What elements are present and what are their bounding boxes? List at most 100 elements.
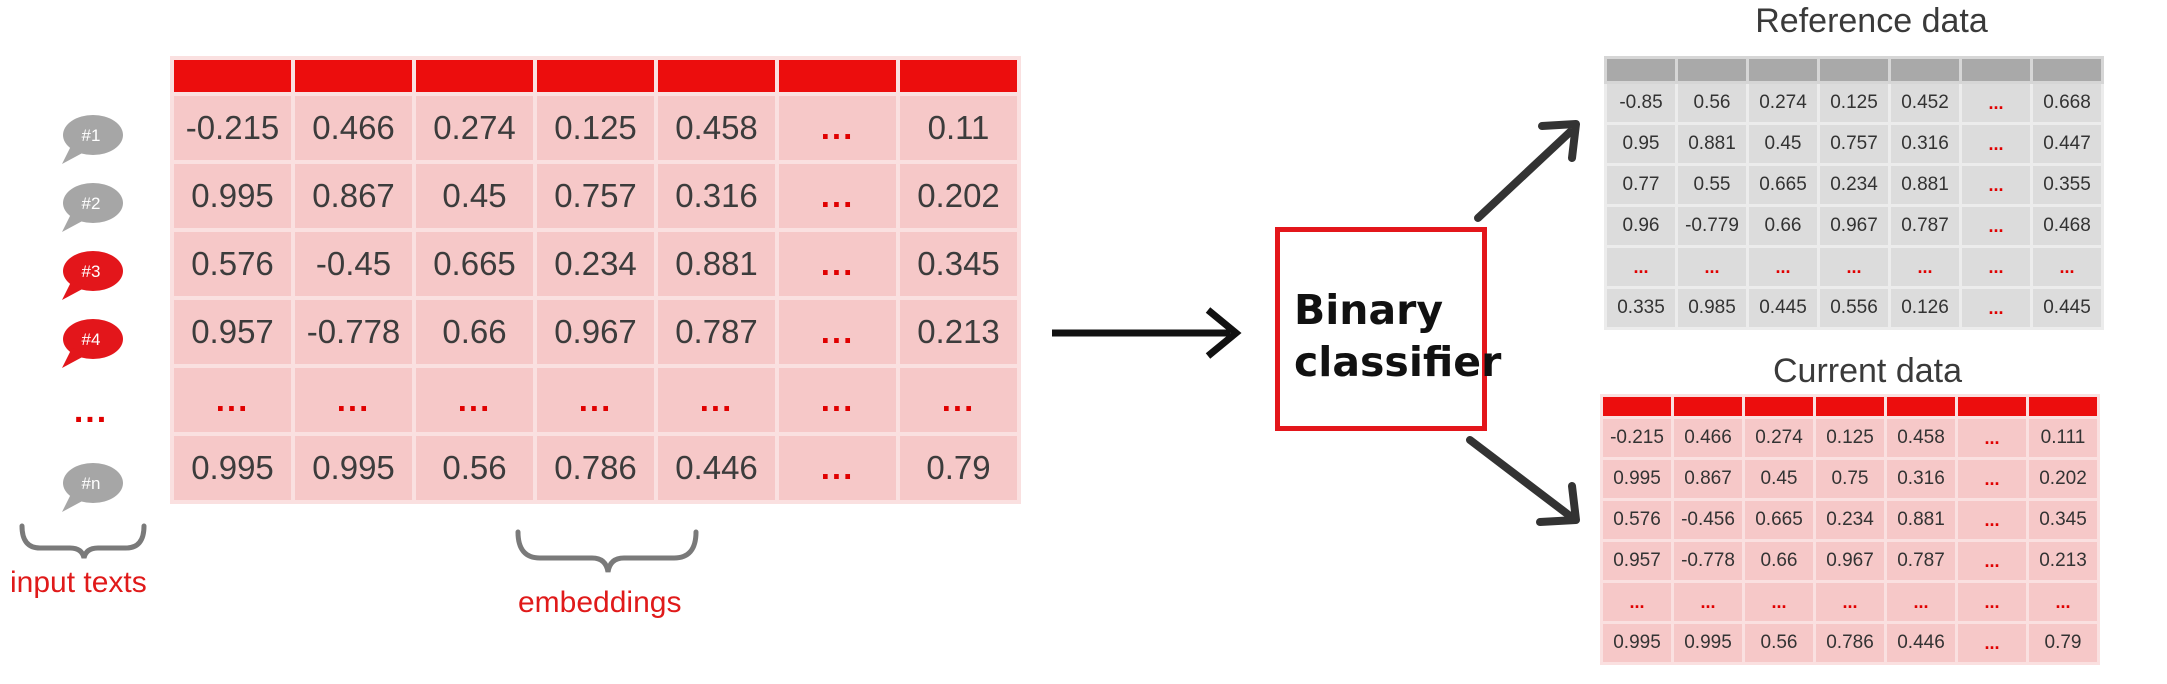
bubble-label: #2: [81, 194, 101, 213]
bubble-label: #1: [81, 126, 101, 145]
table-cell: -0.45: [291, 228, 416, 300]
table-cell: ...: [1813, 580, 1887, 624]
table-cell: 0.79: [2026, 621, 2100, 665]
header-cell: [1600, 394, 1674, 419]
table-cell: 0.445: [2030, 286, 2104, 330]
embedding-row: 0.995 0.867 0.45 0.757 0.316... 0.202: [170, 160, 1021, 232]
reference-row: 0.77 0.55 0.665 0.234 0.881... 0.355: [1604, 163, 2104, 207]
table-cell: ...: [1959, 122, 2033, 166]
table-cell: 0.665: [412, 228, 537, 300]
table-cell: 0.126: [1888, 286, 1962, 330]
table-cell: 0.466: [291, 92, 416, 164]
embedding-row: .....................: [170, 364, 1021, 436]
speech-bubble-icon: #n: [58, 462, 124, 514]
table-cell: ...: [775, 364, 900, 436]
table-cell: 0.786: [533, 432, 658, 504]
table-cell: 0.665: [1742, 498, 1816, 542]
table-cell: 0.79: [896, 432, 1021, 504]
table-cell: 0.967: [1813, 539, 1887, 583]
table-cell: ...: [1600, 580, 1674, 624]
table-cell: ...: [2026, 580, 2100, 624]
table-cell: 0.274: [1742, 416, 1816, 460]
table-cell: ...: [1884, 580, 1958, 624]
table-cell: 0.234: [1813, 498, 1887, 542]
table-cell: 0.45: [1742, 457, 1816, 501]
table-cell: ...: [1955, 457, 2029, 501]
header-cell: [170, 56, 295, 96]
table-cell: 0.556: [1817, 286, 1891, 330]
header-cell: [1817, 56, 1891, 84]
table-cell: ...: [1675, 245, 1749, 289]
header-cell: [1671, 394, 1745, 419]
table-cell: 0.452: [1888, 81, 1962, 125]
table-cell: 0.56: [1675, 81, 1749, 125]
table-cell: 0.995: [1671, 621, 1745, 665]
table-cell: 0.274: [1746, 81, 1820, 125]
embedding-row: 0.995 0.995 0.56 0.786 0.446... 0.79: [170, 432, 1021, 504]
table-cell: 0.468: [2030, 204, 2104, 248]
reference-row: -0.85 0.56 0.274 0.125 0.452... 0.668: [1604, 81, 2104, 125]
table-cell: 0.787: [1884, 539, 1958, 583]
table-cell: 0.967: [533, 296, 658, 368]
table-cell: 0.234: [533, 228, 658, 300]
table-cell: ...: [1959, 245, 2033, 289]
table-cell: 0.202: [896, 160, 1021, 232]
table-cell: 0.66: [1742, 539, 1816, 583]
table-cell: 0.446: [1884, 621, 1958, 665]
bubble-label: #4: [81, 330, 101, 349]
arrow-to-current-icon: [1466, 436, 1580, 526]
table-cell: ...: [1955, 416, 2029, 460]
reference-row: 0.335 0.985 0.445 0.556 0.126... 0.445: [1604, 286, 2104, 330]
current-row: 0.957 -0.778 0.66 0.967 0.787... 0.213: [1600, 539, 2100, 583]
table-cell: ...: [1888, 245, 1962, 289]
table-cell: ...: [775, 228, 900, 300]
table-cell: -0.85: [1604, 81, 1678, 125]
arrow-to-reference-icon: [1474, 120, 1580, 222]
header-cell: [1888, 56, 1962, 84]
table-cell: 0.213: [2026, 539, 2100, 583]
table-cell: -0.778: [291, 296, 416, 368]
table-cell: 0.446: [654, 432, 779, 504]
speech-bubble-icon: #2: [58, 182, 124, 234]
table-cell: 0.355: [2030, 163, 2104, 207]
bubble-label: #n: [81, 474, 101, 493]
table-cell: 0.576: [1600, 498, 1674, 542]
table-cell: ...: [291, 364, 416, 436]
current-row: -0.215 0.466 0.274 0.125 0.458... 0.111: [1600, 416, 2100, 460]
embeddings-caption: embeddings: [518, 586, 682, 619]
table-cell: 0.335: [1604, 286, 1678, 330]
header-cell: [775, 56, 900, 96]
table-cell: 0.445: [1746, 286, 1820, 330]
table-cell: 0.757: [533, 160, 658, 232]
table-cell: 0.274: [412, 92, 537, 164]
header-cell: [291, 56, 416, 96]
header-cell: [1813, 394, 1887, 419]
table-cell: 0.345: [896, 228, 1021, 300]
table-cell: 0.881: [1888, 163, 1962, 207]
table-cell: ...: [1742, 580, 1816, 624]
binary-classifier-box: Binary classifier: [1275, 227, 1501, 431]
table-cell: -0.215: [170, 92, 295, 164]
table-cell: -0.215: [1600, 416, 1674, 460]
table-cell: 0.11: [896, 92, 1021, 164]
current-data-table: -0.215 0.466 0.274 0.125 0.458... 0.111 0.995 0…: [1600, 394, 2100, 665]
table-cell: 0.757: [1817, 122, 1891, 166]
table-cell: ...: [1955, 580, 2029, 624]
header-cell: [533, 56, 658, 96]
current-row: 0.576 -0.456 0.665 0.234 0.881... 0.345: [1600, 498, 2100, 542]
table-cell: 0.881: [1884, 498, 1958, 542]
table-cell: ...: [654, 364, 779, 436]
header-cell: [1884, 394, 1958, 419]
table-cell: 0.316: [1884, 457, 1958, 501]
table-cell: 0.56: [1742, 621, 1816, 665]
table-cell: 0.995: [1600, 621, 1674, 665]
speech-bubble-icon: #4: [58, 318, 124, 370]
table-header-row: [170, 56, 1021, 96]
table-cell: 0.316: [1888, 122, 1962, 166]
table-cell: 0.967: [1817, 204, 1891, 248]
current-row: .....................: [1600, 580, 2100, 624]
table-cell: 0.45: [412, 160, 537, 232]
table-cell: 0.55: [1675, 163, 1749, 207]
table-cell: 0.466: [1671, 416, 1745, 460]
input-texts-caption: input texts: [10, 566, 147, 599]
